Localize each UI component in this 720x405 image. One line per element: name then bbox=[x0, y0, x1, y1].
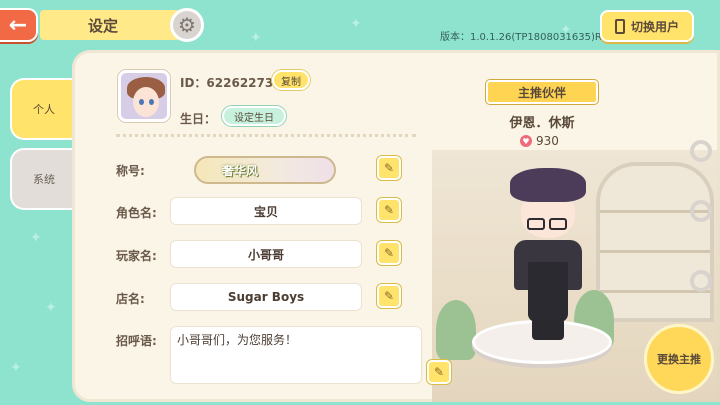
partner-name: 伊恩．休斯 bbox=[509, 116, 575, 131]
switch-user-button[interactable]: 切换用户 bbox=[600, 10, 694, 42]
partner-character-hair bbox=[510, 168, 586, 202]
edit-greeting-button[interactable]: ✎ bbox=[427, 360, 451, 384]
tab-personal[interactable]: 个人 bbox=[10, 78, 76, 140]
partner-glasses bbox=[549, 218, 567, 230]
heart-icon: ♥ bbox=[520, 135, 532, 147]
pencil-icon: ✎ bbox=[383, 203, 395, 217]
page-title-text: 设定 bbox=[88, 16, 119, 35]
affection-count: ♥ 930 bbox=[520, 134, 559, 148]
edit-role-name-button[interactable]: ✎ bbox=[377, 198, 401, 222]
greeting-field: 小哥哥们，为您服务！ bbox=[170, 326, 422, 384]
phone-icon bbox=[614, 18, 625, 34]
shelf-line bbox=[600, 250, 710, 253]
page-title: 设定 bbox=[40, 10, 190, 40]
title-label: 称号: bbox=[116, 164, 145, 178]
edit-title-button[interactable]: ✎ bbox=[377, 156, 401, 180]
set-birthday-label: 设定生日 bbox=[234, 112, 274, 124]
divider bbox=[116, 134, 416, 137]
pencil-icon: ✎ bbox=[433, 365, 445, 379]
change-partner-label: 更换主推 bbox=[657, 353, 701, 366]
title-badge-text: 奢华风 bbox=[222, 163, 259, 178]
player-name-label: 玩家名: bbox=[116, 249, 157, 263]
shop-name-label: 店名: bbox=[116, 292, 145, 306]
plant bbox=[436, 300, 476, 360]
version-text: 版本：1.0.1.26(TP1808031635)R bbox=[440, 32, 602, 43]
binder-ring bbox=[690, 270, 712, 292]
pencil-icon: ✎ bbox=[383, 289, 395, 303]
partner-character-apron bbox=[528, 262, 568, 322]
shelf-line bbox=[600, 290, 710, 293]
ribbon-text: 主推伙伴 bbox=[517, 85, 566, 100]
copy-label: 复制 bbox=[281, 76, 301, 88]
binder-ring bbox=[690, 140, 712, 162]
binder-ring bbox=[690, 200, 712, 222]
edit-shop-name-button[interactable]: ✎ bbox=[377, 284, 401, 308]
main-partner-ribbon: 主推伙伴 bbox=[486, 80, 598, 104]
switch-user-label: 切换用户 bbox=[630, 19, 679, 34]
tab-system-label: 系统 bbox=[33, 173, 55, 186]
greeting-label: 招呼语: bbox=[116, 334, 157, 348]
player-name-field: 小哥哥 bbox=[170, 240, 362, 268]
tab-personal-label: 个人 bbox=[33, 103, 55, 116]
back-arrow-icon: ← bbox=[8, 12, 28, 38]
tab-system[interactable]: 系统 bbox=[10, 148, 76, 210]
avatar[interactable] bbox=[118, 70, 170, 122]
copy-button[interactable]: 复制 bbox=[272, 70, 310, 90]
shop-shelf bbox=[596, 162, 714, 322]
edit-player-name-button[interactable]: ✎ bbox=[377, 241, 401, 265]
pencil-icon: ✎ bbox=[383, 161, 395, 175]
partner-glasses bbox=[527, 218, 545, 230]
role-name-field: 宝贝 bbox=[170, 197, 362, 225]
pencil-icon: ✎ bbox=[383, 246, 395, 260]
birthday-label: 生日： bbox=[180, 112, 217, 126]
avatar-eye bbox=[139, 99, 144, 105]
shop-name-field: Sugar Boys bbox=[170, 283, 362, 311]
role-name-label: 角色名: bbox=[116, 206, 157, 220]
partner-character-legs bbox=[532, 318, 564, 340]
affection-value: 930 bbox=[536, 134, 559, 148]
change-partner-button[interactable]: 更换主推 bbox=[644, 324, 714, 394]
avatar-eye bbox=[149, 99, 154, 105]
gear-icon: ⚙ bbox=[170, 8, 204, 42]
back-button[interactable]: ← bbox=[0, 8, 38, 42]
set-birthday-button[interactable]: 设定生日 bbox=[222, 106, 286, 126]
title-badge: 奢华风 bbox=[194, 156, 336, 184]
avatar-face bbox=[133, 87, 159, 117]
user-id: ID：62262273 bbox=[180, 76, 274, 90]
